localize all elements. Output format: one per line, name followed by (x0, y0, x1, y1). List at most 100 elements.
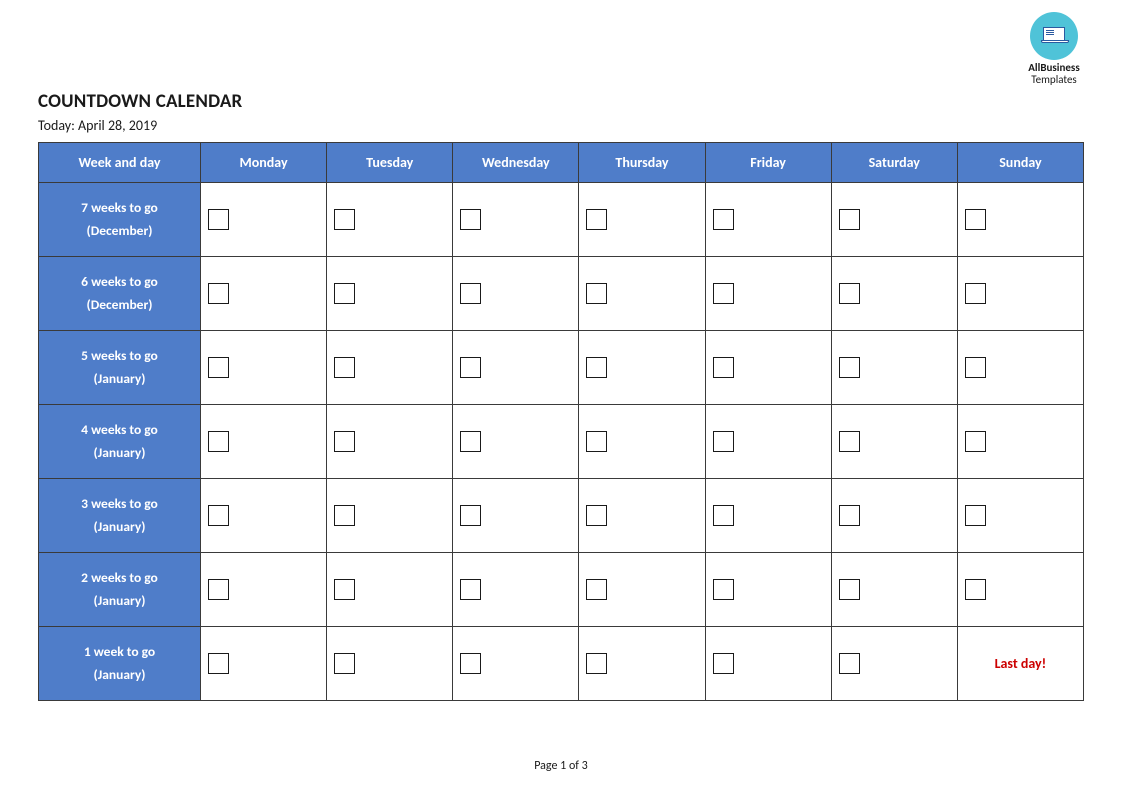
day-cell (957, 405, 1083, 479)
week-label-line1: 6 weeks to go (45, 271, 194, 294)
checkbox-icon[interactable] (586, 653, 607, 674)
checkbox-icon[interactable] (586, 431, 607, 452)
checkbox-icon[interactable] (208, 431, 229, 452)
week-label-cell: 2 weeks to go(January) (39, 553, 201, 627)
week-label-line2: (December) (45, 294, 194, 317)
checkbox-icon[interactable] (460, 653, 481, 674)
day-cell (705, 553, 831, 627)
checkbox-icon[interactable] (460, 209, 481, 230)
checkbox-icon[interactable] (334, 579, 355, 600)
day-cell (957, 257, 1083, 331)
week-label-line2: (January) (45, 442, 194, 465)
checkbox-icon[interactable] (965, 209, 986, 230)
checkbox-icon[interactable] (208, 579, 229, 600)
checkbox-icon[interactable] (208, 283, 229, 304)
checkbox-icon[interactable] (713, 653, 734, 674)
day-cell (957, 331, 1083, 405)
week-label-line1: 4 weeks to go (45, 419, 194, 442)
header-week: Week and day (39, 143, 201, 183)
checkbox-icon[interactable] (334, 431, 355, 452)
day-cell (327, 627, 453, 701)
checkbox-icon[interactable] (208, 505, 229, 526)
day-cell: Last day! (957, 627, 1083, 701)
checkbox-icon[interactable] (334, 505, 355, 526)
day-cell (453, 553, 579, 627)
checkbox-icon[interactable] (839, 357, 860, 378)
day-cell (200, 183, 326, 257)
checkbox-icon[interactable] (334, 283, 355, 304)
checkbox-icon[interactable] (208, 357, 229, 378)
checkbox-icon[interactable] (460, 283, 481, 304)
day-cell (957, 553, 1083, 627)
page-footer: Page 1 of 3 (0, 759, 1122, 773)
checkbox-icon[interactable] (460, 505, 481, 526)
day-cell (705, 331, 831, 405)
checkbox-icon[interactable] (839, 209, 860, 230)
day-cell (705, 183, 831, 257)
checkbox-icon[interactable] (460, 357, 481, 378)
checkbox-icon[interactable] (460, 431, 481, 452)
day-cell (705, 479, 831, 553)
day-cell (831, 479, 957, 553)
checkbox-icon[interactable] (334, 209, 355, 230)
checkbox-icon[interactable] (713, 209, 734, 230)
day-cell (957, 479, 1083, 553)
checkbox-icon[interactable] (208, 209, 229, 230)
checkbox-icon[interactable] (713, 431, 734, 452)
day-cell (327, 183, 453, 257)
checkbox-icon[interactable] (586, 283, 607, 304)
day-cell (579, 183, 705, 257)
day-cell (831, 405, 957, 479)
checkbox-icon[interactable] (586, 357, 607, 378)
laptop-icon (1030, 12, 1078, 60)
day-cell (579, 331, 705, 405)
day-cell (200, 553, 326, 627)
checkbox-icon[interactable] (208, 653, 229, 674)
day-cell (327, 405, 453, 479)
checkbox-icon[interactable] (334, 357, 355, 378)
header-saturday: Saturday (831, 143, 957, 183)
week-label-cell: 6 weeks to go(December) (39, 257, 201, 331)
checkbox-icon[interactable] (460, 579, 481, 600)
day-cell (831, 257, 957, 331)
checkbox-icon[interactable] (965, 505, 986, 526)
checkbox-icon[interactable] (839, 505, 860, 526)
day-cell (200, 479, 326, 553)
week-label-line1: 2 weeks to go (45, 567, 194, 590)
day-cell (705, 257, 831, 331)
checkbox-icon[interactable] (713, 283, 734, 304)
checkbox-icon[interactable] (965, 431, 986, 452)
day-cell (327, 479, 453, 553)
header-tuesday: Tuesday (327, 143, 453, 183)
checkbox-icon[interactable] (713, 579, 734, 600)
checkbox-icon[interactable] (586, 579, 607, 600)
header-wednesday: Wednesday (453, 143, 579, 183)
checkbox-icon[interactable] (586, 505, 607, 526)
checkbox-icon[interactable] (713, 357, 734, 378)
checkbox-icon[interactable] (965, 283, 986, 304)
table-row: 6 weeks to go(December) (39, 257, 1084, 331)
day-cell (453, 331, 579, 405)
week-label-cell: 7 weeks to go(December) (39, 183, 201, 257)
checkbox-icon[interactable] (334, 653, 355, 674)
table-row: 5 weeks to go(January) (39, 331, 1084, 405)
day-cell (579, 627, 705, 701)
page-title: COUNTDOWN CALENDAR (38, 90, 1084, 113)
checkbox-icon[interactable] (839, 653, 860, 674)
day-cell (705, 627, 831, 701)
day-cell (200, 257, 326, 331)
day-cell (579, 257, 705, 331)
checkbox-icon[interactable] (839, 579, 860, 600)
table-row: 3 weeks to go(January) (39, 479, 1084, 553)
checkbox-icon[interactable] (965, 357, 986, 378)
checkbox-icon[interactable] (839, 283, 860, 304)
checkbox-icon[interactable] (965, 579, 986, 600)
day-cell (579, 479, 705, 553)
table-row: 2 weeks to go(January) (39, 553, 1084, 627)
day-cell (579, 553, 705, 627)
checkbox-icon[interactable] (713, 505, 734, 526)
checkbox-icon[interactable] (586, 209, 607, 230)
checkbox-icon[interactable] (839, 431, 860, 452)
table-row: 4 weeks to go(January) (39, 405, 1084, 479)
last-day-label: Last day! (964, 655, 1077, 672)
